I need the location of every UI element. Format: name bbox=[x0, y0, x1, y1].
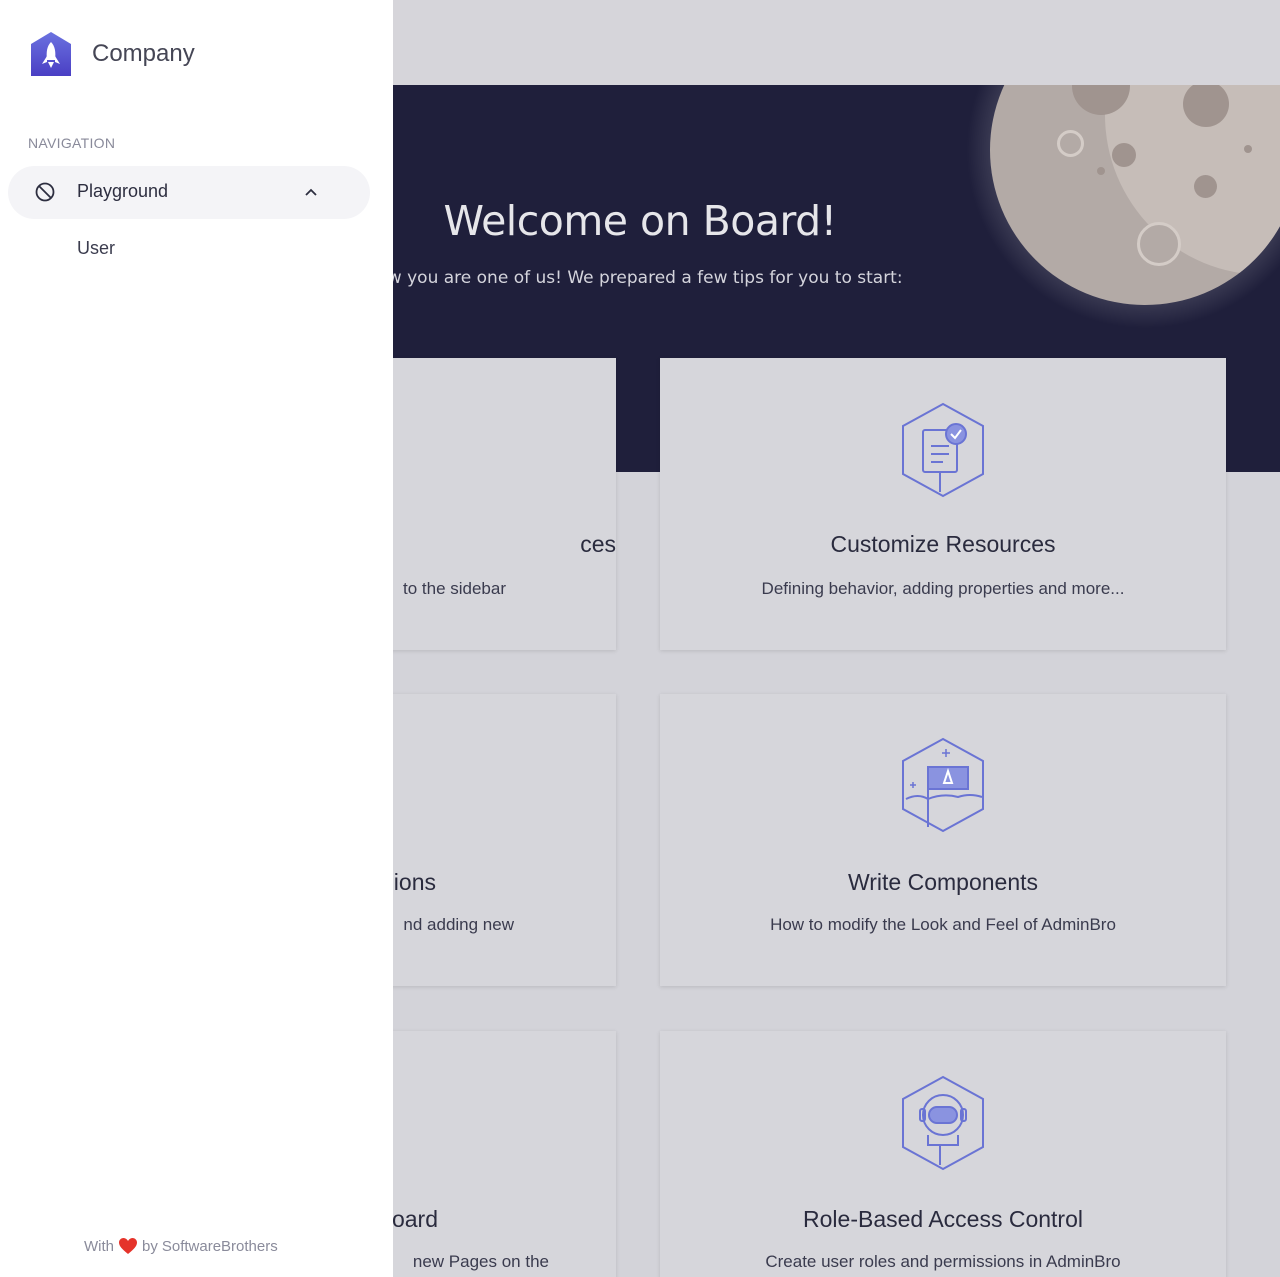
card-description: new Pages on the bbox=[412, 1252, 549, 1271]
footer-prefix: With bbox=[84, 1237, 114, 1255]
sidebar: Company NAVIGATION Playground User With … bbox=[0, 0, 393, 1277]
footer-author-link[interactable]: SoftwareBrothers bbox=[162, 1238, 278, 1255]
brand-name[interactable]: Company bbox=[92, 40, 195, 68]
card-write-components[interactable]: Write Components How to modify the Look … bbox=[660, 694, 1226, 986]
document-check-icon bbox=[902, 402, 984, 498]
card-description: nd adding new bbox=[403, 915, 514, 934]
slash-circle-icon bbox=[35, 182, 55, 202]
sidebar-item-user[interactable]: User bbox=[77, 238, 115, 259]
card-description: How to modify the Look and Feel of Admin… bbox=[770, 915, 1116, 934]
card-customize-resources[interactable]: Customize Resources Defining behavior, a… bbox=[660, 358, 1226, 650]
sidebar-item-label: Playground bbox=[77, 181, 169, 201]
card-title: Write Components bbox=[847, 869, 1039, 895]
flag-rocket-icon bbox=[902, 737, 984, 833]
chevron-up-icon[interactable] bbox=[302, 183, 320, 201]
card-description: Create user roles and permissions in Adm… bbox=[765, 1252, 1121, 1271]
heart-icon bbox=[119, 1238, 137, 1254]
navigation-label: NAVIGATION bbox=[28, 135, 116, 151]
footer-suffix: by bbox=[142, 1237, 158, 1255]
footer-credit: With by SoftwareBrothers bbox=[84, 1237, 278, 1255]
card-title: ces bbox=[580, 531, 616, 557]
sidebar-item-playground[interactable]: Playground bbox=[8, 166, 370, 219]
company-logo-icon[interactable] bbox=[27, 30, 75, 78]
card-title: Customize Resources bbox=[830, 531, 1056, 557]
astronaut-icon bbox=[902, 1075, 984, 1171]
card-title: Role-Based Access Control bbox=[803, 1206, 1083, 1232]
card-description: Defining behavior, adding properties and… bbox=[761, 579, 1125, 598]
card-role-based-access[interactable]: Role-Based Access Control Create user ro… bbox=[660, 1031, 1226, 1277]
